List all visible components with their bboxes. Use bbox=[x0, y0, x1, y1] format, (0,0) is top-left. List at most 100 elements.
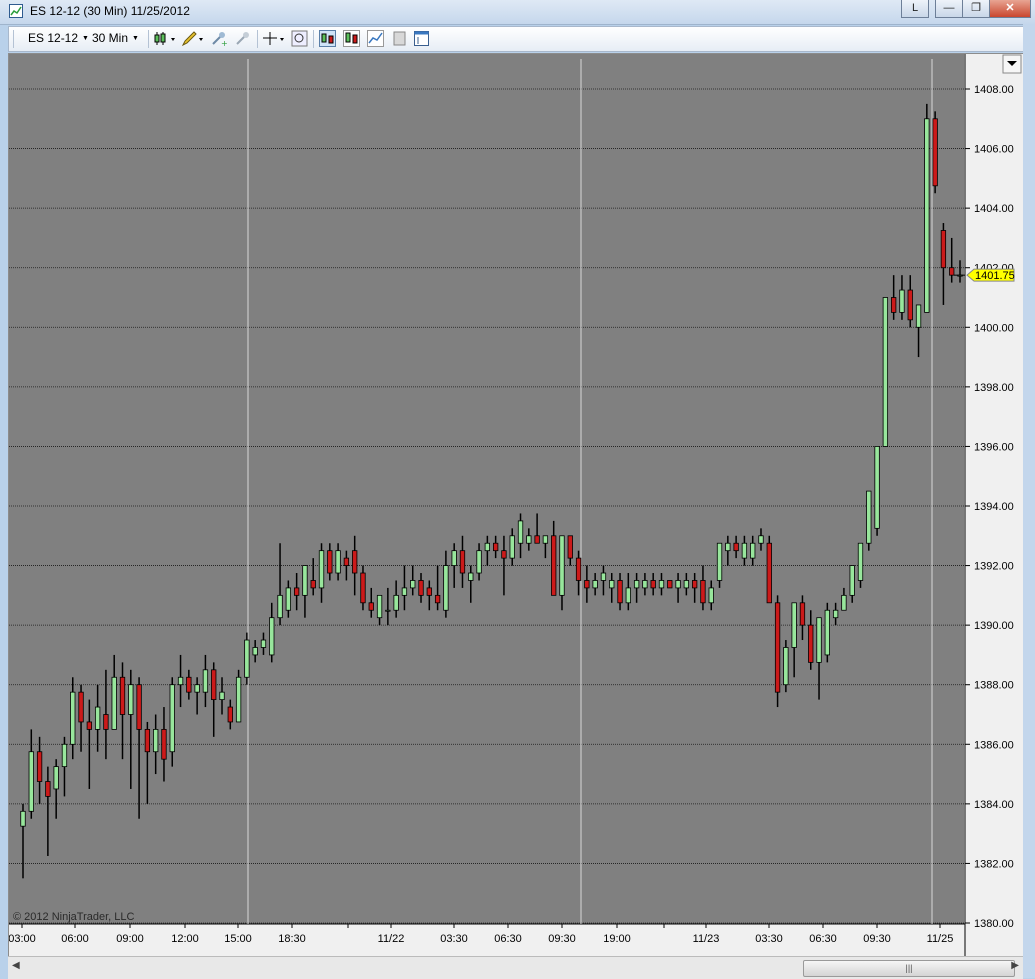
x-tick-label: 15:00 bbox=[224, 933, 252, 945]
y-tick-label: 1404.00 bbox=[974, 203, 1014, 215]
candle-down bbox=[36, 751, 43, 782]
candle-up bbox=[410, 580, 416, 589]
candle-down bbox=[733, 542, 739, 552]
candle-down bbox=[575, 557, 582, 581]
x-tick-label: 09:00 bbox=[116, 933, 144, 945]
y-tick-label: 1384.00 bbox=[974, 799, 1014, 811]
strategy-chart-icon[interactable] bbox=[367, 30, 384, 47]
x-tick-label: 12:00 bbox=[171, 933, 199, 945]
add-indicator-icon[interactable]: + bbox=[210, 30, 227, 47]
candle-up bbox=[924, 118, 930, 313]
y-tick-label: 1380.00 bbox=[974, 918, 1014, 930]
bar-type-icon[interactable] bbox=[153, 30, 177, 47]
chevron-down-icon: ▼ bbox=[82, 34, 89, 42]
candle-up bbox=[633, 580, 640, 589]
candle-up bbox=[468, 572, 474, 581]
window-title: ES 12-12 (30 Min) 11/25/2012 bbox=[30, 4, 190, 18]
chart-app-icon bbox=[9, 4, 23, 18]
candle-up bbox=[376, 594, 383, 619]
candle-down bbox=[584, 580, 590, 589]
x-tick-label: 11/25 bbox=[927, 933, 954, 945]
candle-up bbox=[53, 766, 59, 790]
close-button[interactable]: ✕ bbox=[989, 0, 1031, 18]
instrument-label: ES 12-12 bbox=[28, 31, 79, 45]
candle-up bbox=[153, 728, 159, 753]
x-tick-label: 11/22 bbox=[378, 933, 405, 945]
x-tick-label: 19:00 bbox=[603, 933, 631, 945]
candle-down bbox=[940, 230, 947, 269]
candle-down bbox=[418, 580, 424, 596]
x-tick-label: 09:30 bbox=[548, 933, 576, 945]
scroll-left-icon[interactable]: ◀ bbox=[12, 960, 20, 971]
candle-up bbox=[20, 810, 26, 827]
candle-down bbox=[186, 676, 192, 693]
candle-down bbox=[551, 535, 557, 596]
chart-style-icon[interactable] bbox=[343, 30, 360, 47]
x-tick-label: 03:00 bbox=[9, 933, 36, 945]
candle-up bbox=[675, 580, 681, 589]
interval-selector[interactable]: 30 Min ▼ bbox=[92, 31, 139, 45]
candle-down bbox=[426, 587, 432, 596]
scroll-right-icon[interactable]: ▶ bbox=[1011, 960, 1019, 971]
candle-down bbox=[907, 289, 913, 321]
candle-down bbox=[368, 602, 374, 611]
candle-up bbox=[832, 609, 839, 619]
candle-up bbox=[484, 542, 491, 552]
candle-down bbox=[211, 669, 217, 701]
scrollbar-thumb[interactable]: ||| bbox=[803, 960, 1015, 977]
candle-up bbox=[866, 490, 872, 544]
candle-up bbox=[542, 535, 549, 544]
y-tick-label: 1406.00 bbox=[974, 144, 1014, 156]
instrument-selector[interactable]: ES 12-12 ▼ bbox=[28, 31, 89, 45]
help-hint-button[interactable]: L bbox=[901, 0, 929, 18]
x-tick-label: 03:30 bbox=[755, 933, 783, 945]
data-box-icon[interactable] bbox=[319, 30, 336, 47]
candle-up bbox=[609, 580, 615, 589]
candle-up bbox=[70, 691, 76, 745]
candle-up bbox=[476, 550, 482, 574]
pencil-icon[interactable] bbox=[181, 30, 205, 47]
candle-up bbox=[750, 542, 756, 559]
candle-up bbox=[260, 639, 267, 648]
candle-down bbox=[352, 550, 358, 574]
x-tick-label: 03:30 bbox=[440, 933, 468, 945]
candle-up bbox=[642, 580, 648, 589]
x-tick-label: 06:00 bbox=[61, 933, 89, 945]
candle-up bbox=[111, 676, 117, 730]
candle-down bbox=[617, 580, 623, 604]
candle-up bbox=[741, 542, 748, 559]
plot-area bbox=[9, 54, 964, 924]
candle-up bbox=[882, 297, 889, 447]
candle-down bbox=[161, 728, 167, 760]
candle-down bbox=[891, 297, 897, 313]
crosshair-icon[interactable] bbox=[262, 30, 286, 47]
restore-button[interactable]: ❐ bbox=[962, 0, 990, 18]
y-tick-label: 1394.00 bbox=[974, 501, 1014, 513]
x-tick-label: 11/23 bbox=[693, 933, 720, 945]
template-icon[interactable] bbox=[391, 30, 408, 47]
candle-up bbox=[235, 676, 242, 723]
candle-up bbox=[28, 751, 34, 812]
candle-up bbox=[451, 550, 457, 566]
candle-up bbox=[509, 535, 515, 559]
candle-up bbox=[128, 684, 134, 715]
candle-up bbox=[600, 572, 607, 581]
toolbar-grip bbox=[13, 30, 14, 48]
price-chart[interactable]: 1408.001406.001404.001402.001400.001398.… bbox=[8, 53, 1025, 958]
properties-icon[interactable] bbox=[413, 30, 430, 47]
candle-up bbox=[335, 550, 341, 574]
candle-down bbox=[700, 580, 706, 604]
candlestick-chart[interactable]: 1408.001406.001404.001402.001400.001398.… bbox=[9, 54, 1024, 957]
candle-up bbox=[526, 535, 532, 544]
strategy-icon[interactable] bbox=[234, 30, 251, 47]
y-tick-label: 1396.00 bbox=[974, 441, 1014, 453]
candle-up bbox=[625, 587, 631, 604]
candle-up bbox=[791, 602, 797, 648]
candle-up bbox=[758, 535, 764, 544]
candle-down bbox=[567, 535, 573, 559]
candle-up bbox=[517, 520, 524, 544]
zoom-icon[interactable] bbox=[291, 30, 308, 47]
horizontal-scrollbar[interactable]: ◀ ||| ▶ bbox=[8, 956, 1023, 979]
candle-up bbox=[658, 580, 665, 589]
minimize-button[interactable]: — bbox=[935, 0, 963, 18]
